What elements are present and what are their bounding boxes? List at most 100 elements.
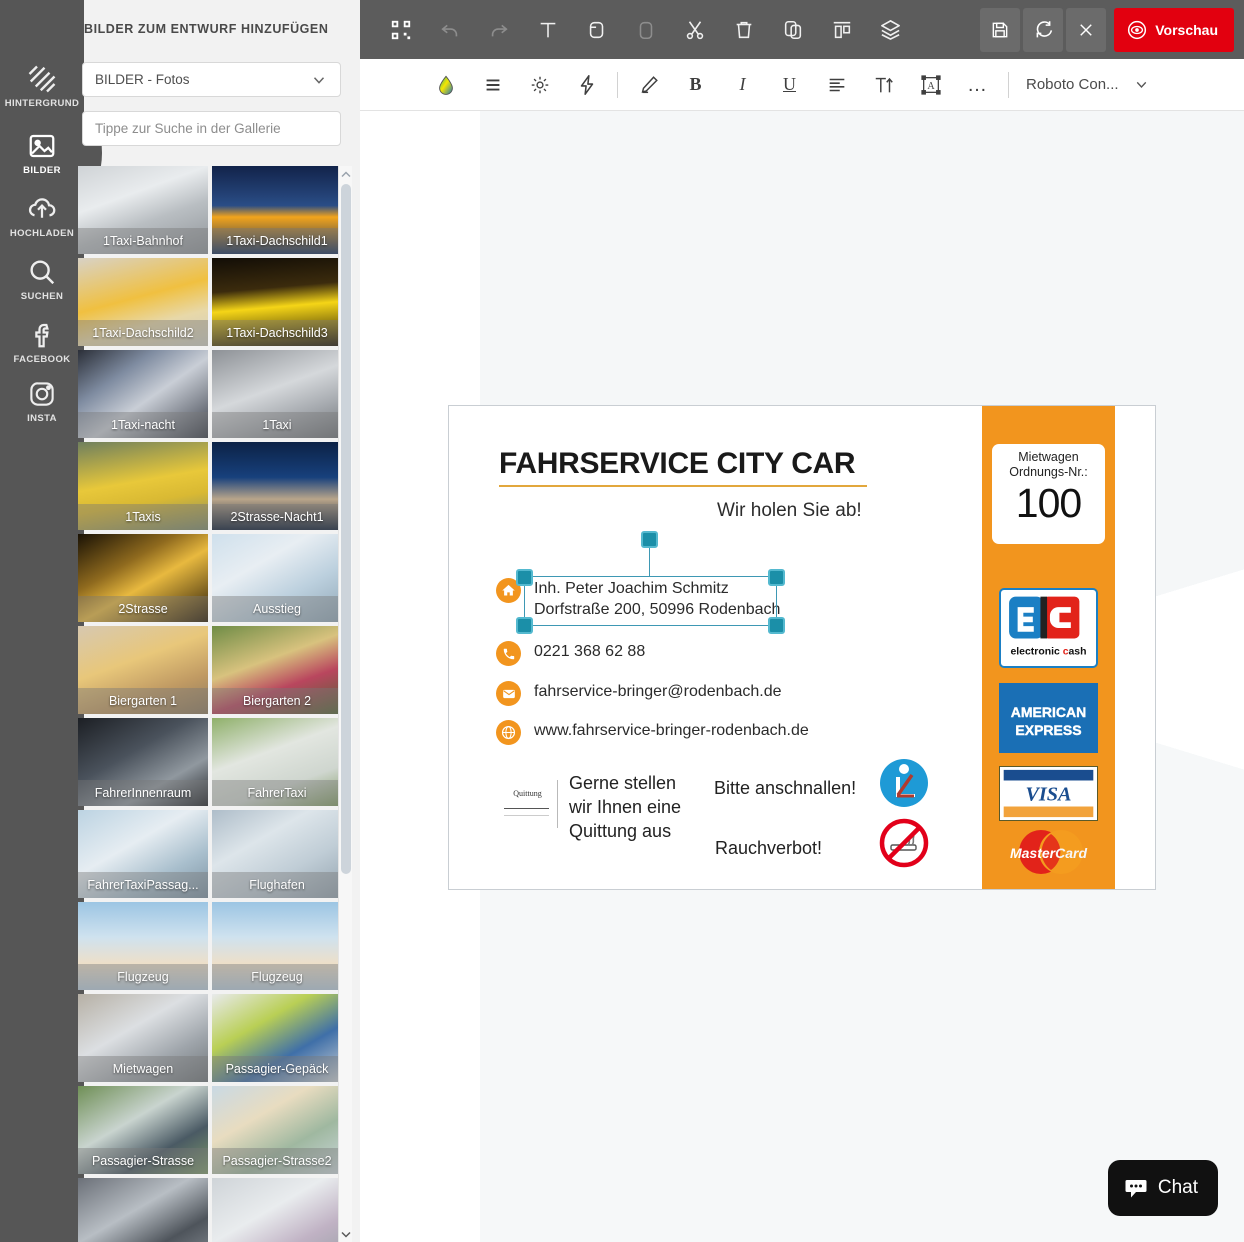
thumbnail-label: 1Taxi-Dachschild1 xyxy=(212,228,342,254)
notice-seatbelt-text[interactable]: Bitte anschnallen! xyxy=(714,778,856,799)
shape-button[interactable] xyxy=(572,7,621,52)
notice-receipt-text[interactable]: Gerne stellen wir Ihnen eine Quittung au… xyxy=(569,771,681,843)
sparkle-icon[interactable] xyxy=(516,65,563,105)
text-button[interactable] xyxy=(523,7,572,52)
copy-button[interactable] xyxy=(768,7,817,52)
scrollbar-up-arrow[interactable] xyxy=(339,166,353,182)
gallery-thumbnail[interactable]: 1Taxi-Dachschild3 xyxy=(212,258,342,346)
rail-item-hochladen[interactable]: HOCHLADEN xyxy=(0,185,84,247)
scrollbar-thumb[interactable] xyxy=(341,184,351,874)
gallery-thumbnail[interactable] xyxy=(78,1178,208,1242)
selection-handle-rotate[interactable] xyxy=(641,531,658,548)
thumbnail-label: Flugzeug xyxy=(78,964,208,990)
bold-b-icon[interactable]: B xyxy=(672,65,719,105)
align-top-button[interactable] xyxy=(817,7,866,52)
qr-code-button[interactable] xyxy=(376,7,425,52)
lightning-icon[interactable] xyxy=(563,65,610,105)
gallery-thumbnail[interactable]: 1Taxi-Dachschild1 xyxy=(212,166,342,254)
website-text[interactable]: www.fahrservice-bringer-rodenbach.de xyxy=(534,720,809,741)
gallery-thumbnail[interactable]: Ausstieg xyxy=(212,534,342,622)
redo-button[interactable] xyxy=(474,7,523,52)
card-title[interactable]: FAHRSERVICE CITY CAR xyxy=(499,447,856,481)
text-frame-icon[interactable]: A xyxy=(907,65,954,105)
gallery-thumbnail[interactable]: FahrerTaxi xyxy=(212,718,342,806)
gallery-thumbnail[interactable]: 1Taxi-nacht xyxy=(78,350,208,438)
close-button[interactable] xyxy=(1066,7,1107,52)
lines-icon[interactable] xyxy=(469,65,516,105)
rail-item-facebook[interactable]: FACEBOOK xyxy=(0,311,84,373)
notice-nosmoking-text[interactable]: Rauchverbot! xyxy=(715,838,822,859)
gallery-thumbnail[interactable]: Passagier-Gepäck xyxy=(212,994,342,1082)
delete-button[interactable] xyxy=(719,7,768,52)
card-orange-strip: Mietwagen Ordnungs-Nr.: 100 electronic c… xyxy=(982,406,1115,889)
card-slogan[interactable]: Wir holen Sie ab! xyxy=(717,500,862,522)
gallery-thumbnail[interactable]: Biergarten 1 xyxy=(78,626,208,714)
gallery-scrollbar[interactable] xyxy=(338,166,352,1242)
gallery-thumbnail[interactable] xyxy=(212,1178,342,1242)
mastercard-logo: MasterCard xyxy=(999,828,1098,876)
preview-button[interactable]: Vorschau xyxy=(1114,7,1234,52)
undo-button[interactable] xyxy=(425,7,474,52)
rail-item-bilder[interactable]: BILDER xyxy=(0,116,102,190)
font-family-select[interactable]: Roboto Con... xyxy=(1026,76,1150,93)
design-canvas[interactable]: FAHRSERVICE CITY CAR Wir holen Sie ab! Q… xyxy=(360,111,1244,1242)
cut-button[interactable] xyxy=(670,7,719,52)
rail-item-suchen[interactable]: SUCHEN xyxy=(0,248,84,310)
contact-row-email[interactable]: fahrservice-bringer@rodenbach.de xyxy=(496,681,781,706)
gallery-thumbnail[interactable]: Mietwagen xyxy=(78,994,208,1082)
plate-line-1: Mietwagen xyxy=(1018,450,1079,464)
gallery-thumbnail[interactable]: FahrerTaxiPassag... xyxy=(78,810,208,898)
align-left-icon[interactable] xyxy=(813,65,860,105)
layers-button[interactable] xyxy=(866,7,915,52)
color-drop-icon[interactable] xyxy=(422,65,469,105)
gallery-thumbnail[interactable]: Passagier-Strasse2 xyxy=(212,1086,342,1174)
gallery-thumbnail[interactable]: 1Taxi xyxy=(212,350,342,438)
thumbnail-image xyxy=(78,1178,208,1242)
gallery-thumbnail[interactable]: Biergarten 2 xyxy=(212,626,342,714)
selection-handle-bottom-left[interactable] xyxy=(516,617,533,634)
rail-item-insta[interactable]: INSTA xyxy=(0,370,84,432)
scrollbar-down-arrow[interactable] xyxy=(339,1226,353,1242)
selection-handle-top-left[interactable] xyxy=(516,569,533,586)
rail-item-label: HINTERGRUND xyxy=(4,97,80,109)
format-toolbar: B I U A … Roboto Con... xyxy=(360,59,1244,111)
font-size-icon[interactable] xyxy=(860,65,907,105)
save-button[interactable] xyxy=(980,7,1021,52)
gallery-scroll-area[interactable]: 1Taxi-Bahnhof 1Taxi-Dachschild1 1Taxi-Dach… xyxy=(78,166,346,1242)
gallery-thumbnail[interactable]: Passagier-Strasse xyxy=(78,1086,208,1174)
thumbnail-label: 1Taxi-Dachschild2 xyxy=(78,320,208,346)
address-text[interactable]: Inh. Peter Joachim Schmitz Dorfstraße 20… xyxy=(534,578,780,620)
chat-widget-button[interactable]: Chat xyxy=(1107,1160,1218,1216)
selection-rotate-stem xyxy=(649,547,650,577)
gallery-thumbnail[interactable]: Flugzeug xyxy=(78,902,208,990)
thumbnail-label: FahrerTaxi xyxy=(212,780,342,806)
email-text[interactable]: fahrservice-bringer@rodenbach.de xyxy=(534,681,781,702)
gallery-thumbnail[interactable]: 1Taxi-Dachschild2 xyxy=(78,258,208,346)
selection-handle-top-right[interactable] xyxy=(768,569,785,586)
underline-u-icon[interactable]: U xyxy=(766,65,813,105)
gallery-thumbnail[interactable]: Flugzeug xyxy=(212,902,342,990)
chat-bubble-icon xyxy=(1125,1180,1147,1198)
gallery-thumbnail[interactable]: Flughafen xyxy=(212,810,342,898)
svg-text:AMERICAN: AMERICAN xyxy=(1011,704,1086,720)
category-select[interactable]: BILDER - Fotos xyxy=(82,62,341,97)
contact-row-phone[interactable]: 0221 368 62 88 xyxy=(496,641,645,666)
no-smoking-icon xyxy=(879,818,929,868)
gallery-thumbnail[interactable]: 1Taxi-Bahnhof xyxy=(78,166,208,254)
gallery-thumbnail[interactable]: 2Strasse-Nacht1 xyxy=(212,442,342,530)
gallery-search-input[interactable] xyxy=(82,111,341,146)
ellipsis-icon[interactable]: … xyxy=(954,65,1001,105)
gallery-thumbnail[interactable]: 1Taxis xyxy=(78,442,208,530)
gallery-thumbnail[interactable]: FahrerInnenraum xyxy=(78,718,208,806)
rail-item-hintergrund[interactable]: HINTERGRUND xyxy=(0,55,84,117)
phone-text[interactable]: 0221 368 62 88 xyxy=(534,641,645,662)
gallery-thumbnail[interactable]: 2Strasse xyxy=(78,534,208,622)
selection-handle-bottom-right[interactable] xyxy=(768,617,785,634)
paste-button[interactable] xyxy=(621,7,670,52)
contact-row-website[interactable]: www.fahrservice-bringer-rodenbach.de xyxy=(496,720,809,745)
pen-icon[interactable] xyxy=(625,65,672,105)
contact-row-address[interactable]: Inh. Peter Joachim Schmitz Dorfstraße 20… xyxy=(496,578,780,620)
italic-i-icon[interactable]: I xyxy=(719,65,766,105)
reload-button[interactable] xyxy=(1023,7,1064,52)
upload-icon xyxy=(27,194,57,224)
